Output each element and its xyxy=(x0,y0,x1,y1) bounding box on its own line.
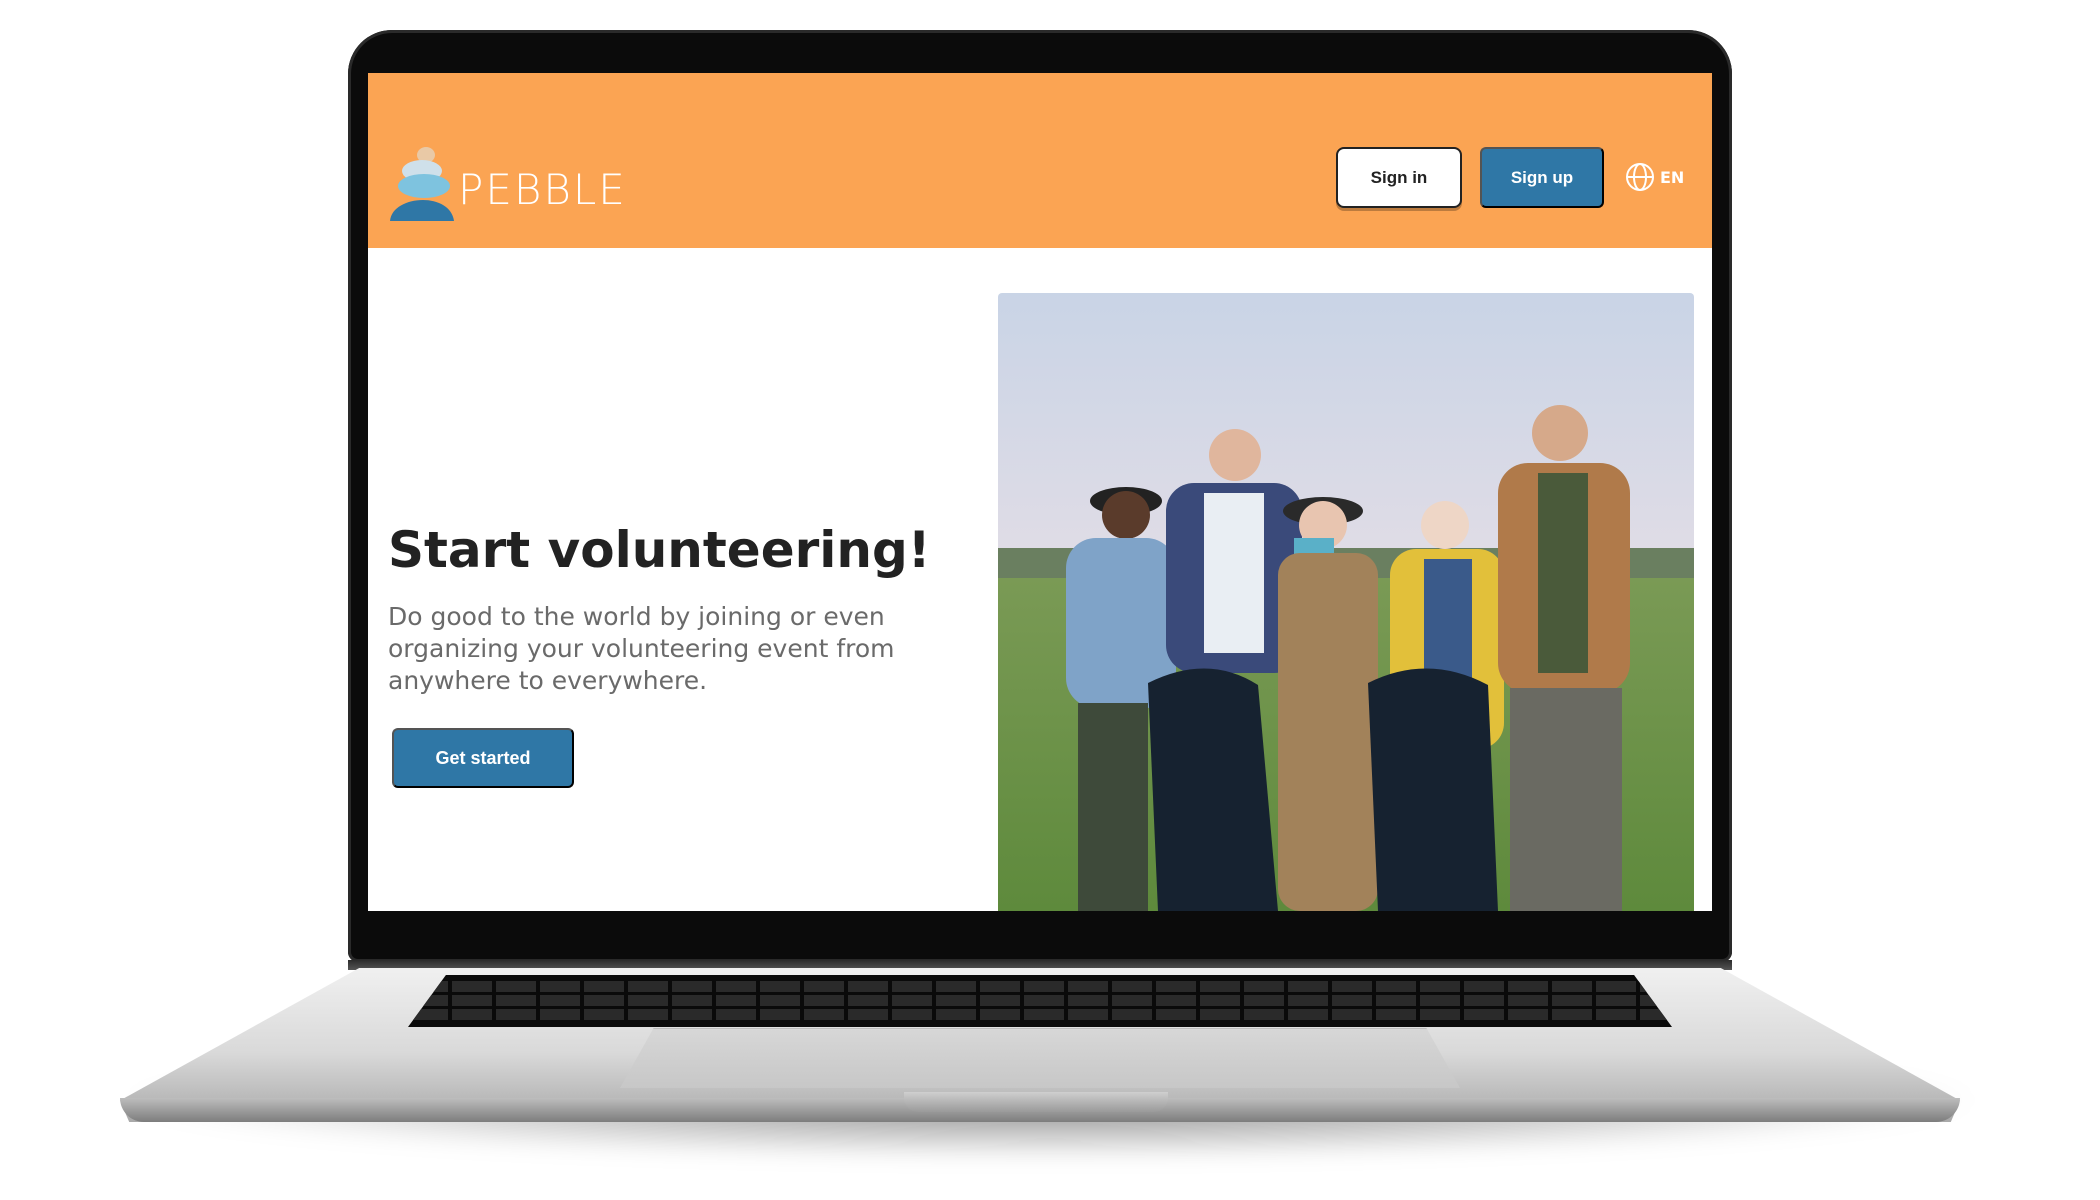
hero-title: Start volunteering! xyxy=(388,521,931,579)
language-code: EN xyxy=(1660,167,1685,187)
hero-photo xyxy=(998,293,1694,911)
volunteers-photo xyxy=(998,293,1694,911)
language-selector[interactable]: EN xyxy=(1624,159,1684,195)
get-started-button[interactable]: Get started xyxy=(392,728,574,788)
laptop-notch xyxy=(904,1092,1168,1112)
top-navbar: PEBBLE Sign in Sign up EN xyxy=(368,73,1712,248)
sign-in-button[interactable]: Sign in xyxy=(1336,147,1462,208)
hero-subtitle: Do good to the world by joining or even … xyxy=(388,602,895,695)
sign-up-button[interactable]: Sign up xyxy=(1480,147,1604,208)
brand-name: PEBBLE xyxy=(458,165,627,214)
pebble-logo-icon xyxy=(390,147,454,221)
laptop-mockup: PEBBLE Sign in Sign up EN Start voluntee… xyxy=(0,0,2100,1200)
globe-icon xyxy=(1626,163,1654,191)
brand-logo[interactable]: PEBBLE xyxy=(386,137,625,227)
keyboard xyxy=(408,975,1672,1027)
trackpad xyxy=(620,1028,1460,1088)
screen: PEBBLE Sign in Sign up EN Start voluntee… xyxy=(368,73,1712,911)
